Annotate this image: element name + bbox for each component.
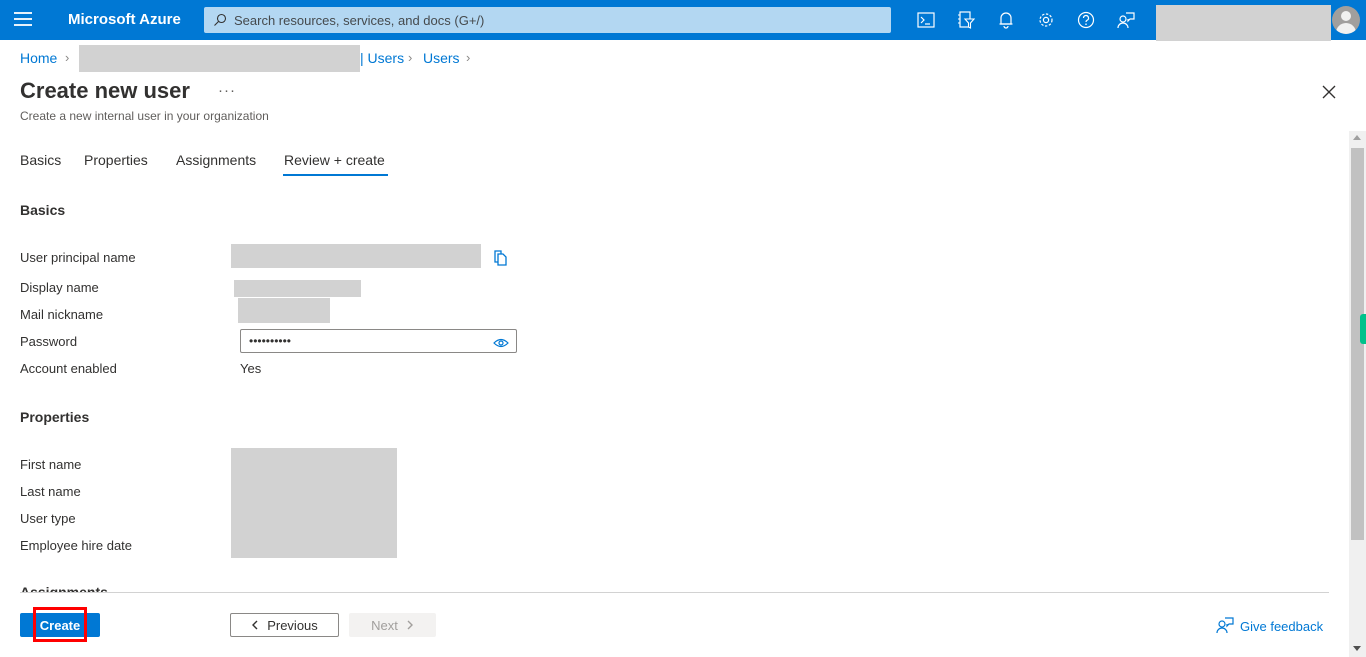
chevron-right-icon: › [466, 50, 471, 65]
feedback-icon [1216, 617, 1234, 634]
section-heading-basics: Basics [20, 202, 66, 218]
scroll-up-arrow-icon[interactable] [1353, 135, 1361, 140]
feedback-icon[interactable] [1114, 8, 1138, 32]
avatar[interactable] [1332, 6, 1360, 34]
directory-filter-icon[interactable] [954, 8, 978, 32]
next-label: Next [371, 617, 398, 633]
page-title: Create new user [20, 78, 190, 103]
label-employee-hire-date: Employee hire date [20, 538, 133, 553]
scroll-down-arrow-icon[interactable] [1353, 646, 1361, 651]
footer-divider [20, 592, 1329, 593]
label-last-name: Last name [20, 484, 81, 499]
breadcrumb-tenant-redacted [79, 45, 360, 72]
label-account-enabled: Account enabled [20, 361, 117, 376]
label-display-name: Display name [20, 280, 99, 295]
breadcrumb-users[interactable]: Users [423, 50, 460, 66]
next-button: Next [349, 613, 436, 637]
show-password-icon[interactable] [493, 338, 509, 348]
search-input[interactable]: Search resources, services, and docs (G+… [204, 7, 891, 33]
create-button[interactable]: Create [20, 613, 100, 637]
chevron-right-icon [407, 620, 413, 630]
label-user-type: User type [20, 511, 76, 526]
search-icon [214, 13, 227, 26]
value-display-name-redacted [234, 280, 361, 297]
section-heading-properties: Properties [20, 409, 90, 425]
label-password: Password [20, 334, 78, 349]
tab-properties[interactable]: Properties [84, 152, 148, 178]
tab-basics[interactable]: Basics [20, 152, 61, 178]
search-placeholder: Search resources, services, and docs (G+… [234, 13, 485, 28]
breadcrumb-home[interactable]: Home [20, 50, 57, 66]
value-user-principal-name-redacted [231, 244, 481, 268]
label-mail-nickname: Mail nickname [20, 307, 104, 322]
scrollbar-thumb[interactable] [1351, 148, 1364, 540]
password-field[interactable]: •••••••••• [240, 329, 517, 353]
account-info-redacted[interactable] [1156, 5, 1331, 41]
chevron-right-icon: › [408, 50, 413, 65]
label-user-principal-name: User principal name [20, 250, 136, 265]
copy-icon[interactable] [493, 249, 509, 267]
settings-icon[interactable] [1034, 8, 1058, 32]
value-mail-nickname-redacted [238, 298, 330, 323]
previous-label: Previous [267, 617, 318, 633]
cloud-shell-icon[interactable] [914, 8, 938, 32]
breadcrumb-tenant-users[interactable]: | Users [360, 50, 404, 66]
brand-title[interactable]: Microsoft Azure [68, 11, 181, 28]
active-tab-indicator [283, 174, 388, 176]
tab-assignments[interactable]: Assignments [176, 152, 256, 178]
help-icon[interactable] [1074, 8, 1098, 32]
previous-button[interactable]: Previous [230, 613, 339, 637]
side-panel-handle[interactable] [1360, 314, 1366, 344]
close-icon[interactable] [1320, 83, 1338, 101]
more-options-icon[interactable]: ··· [218, 82, 236, 99]
page-subtitle: Create a new internal user in your organ… [20, 109, 269, 123]
notifications-icon[interactable] [994, 8, 1018, 32]
label-first-name: First name [20, 457, 82, 472]
chevron-right-icon: › [65, 50, 70, 65]
vertical-scrollbar[interactable] [1349, 131, 1366, 657]
chevron-left-icon [252, 620, 258, 630]
properties-values-redacted [231, 448, 397, 558]
password-value: •••••••••• [249, 334, 292, 348]
section-heading-assignments: Assignments [20, 584, 108, 592]
give-feedback-label: Give feedback [1240, 619, 1324, 634]
top-bar: Microsoft Azure Search resources, servic… [0, 0, 1366, 41]
value-account-enabled: Yes [240, 361, 262, 376]
menu-icon[interactable] [14, 12, 32, 28]
